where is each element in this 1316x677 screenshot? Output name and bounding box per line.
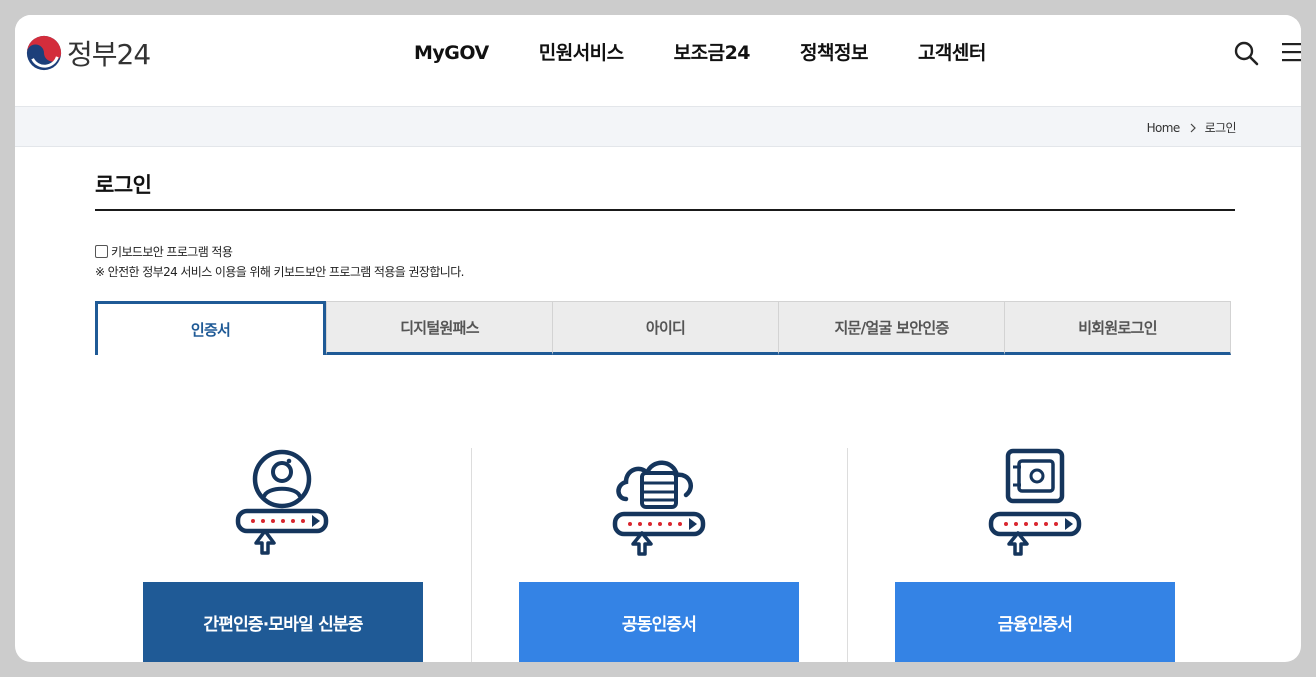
- browser-window: 정부24 MyGOV 민원서비스 보조금24 정책정보 고객센터 Home 로그…: [15, 15, 1301, 662]
- tab-certificate[interactable]: 인증서: [95, 301, 326, 355]
- safe-certificate-icon: [988, 448, 1082, 556]
- user-certificate-icon: [235, 449, 329, 555]
- keyboard-security-note: ※ 안전한 정부24 서비스 이용을 위해 키보드보안 프로그램 적용을 권장합…: [95, 265, 464, 279]
- taegeuk-logo-icon: [26, 35, 62, 71]
- page-title: 로그인: [95, 173, 152, 197]
- hamburger-menu-icon[interactable]: [1281, 41, 1301, 63]
- method-simple-auth: 간편인증·모바일 신분증: [95, 447, 471, 662]
- keyboard-security-option: 키보드보안 프로그램 적용: [95, 243, 233, 260]
- tab-digital-onepass[interactable]: 디지털원패스: [326, 301, 552, 355]
- cloud-database-certificate-icon: [612, 460, 706, 556]
- keyboard-security-label[interactable]: 키보드보안 프로그램 적용: [111, 243, 233, 260]
- logo-text: 정부24: [67, 38, 151, 71]
- tab-guest-login[interactable]: 비회원로그인: [1004, 301, 1231, 355]
- search-icon[interactable]: [1233, 40, 1259, 66]
- chevron-right-icon: [1190, 123, 1196, 132]
- keyboard-security-checkbox[interactable]: [95, 245, 108, 258]
- simple-auth-button[interactable]: 간편인증·모바일 신분증: [143, 582, 423, 662]
- tab-biometric[interactable]: 지문/얼굴 보안인증: [778, 301, 1004, 355]
- nav-civil-service[interactable]: 민원서비스: [539, 39, 624, 67]
- nav-customer-center[interactable]: 고객센터: [918, 39, 986, 67]
- tab-id[interactable]: 아이디: [552, 301, 778, 355]
- nav-subsidy24[interactable]: 보조금24: [674, 39, 751, 67]
- joint-certificate-button[interactable]: 공동인증서: [519, 582, 799, 662]
- breadcrumb: Home 로그인: [1147, 119, 1237, 136]
- breadcrumb-current: 로그인: [1204, 121, 1237, 135]
- method-financial-certificate: 금융인증서: [847, 447, 1223, 662]
- breadcrumb-bar: Home 로그인: [15, 107, 1301, 147]
- login-tabs: 인증서 디지털원패스 아이디 지문/얼굴 보안인증 비회원로그인: [95, 301, 1231, 355]
- site-logo[interactable]: 정부24: [25, 33, 151, 73]
- financial-certificate-button[interactable]: 금융인증서: [895, 582, 1175, 662]
- method-joint-certificate: 공동인증서: [471, 447, 847, 662]
- site-header: 정부24 MyGOV 민원서비스 보조금24 정책정보 고객센터: [15, 15, 1301, 107]
- main-navigation: MyGOV 민원서비스 보조금24 정책정보 고객센터: [414, 39, 986, 67]
- breadcrumb-home[interactable]: Home: [1147, 121, 1181, 135]
- nav-policy-info[interactable]: 정책정보: [800, 39, 868, 67]
- nav-mygov[interactable]: MyGOV: [414, 39, 489, 67]
- title-divider: [95, 209, 1235, 211]
